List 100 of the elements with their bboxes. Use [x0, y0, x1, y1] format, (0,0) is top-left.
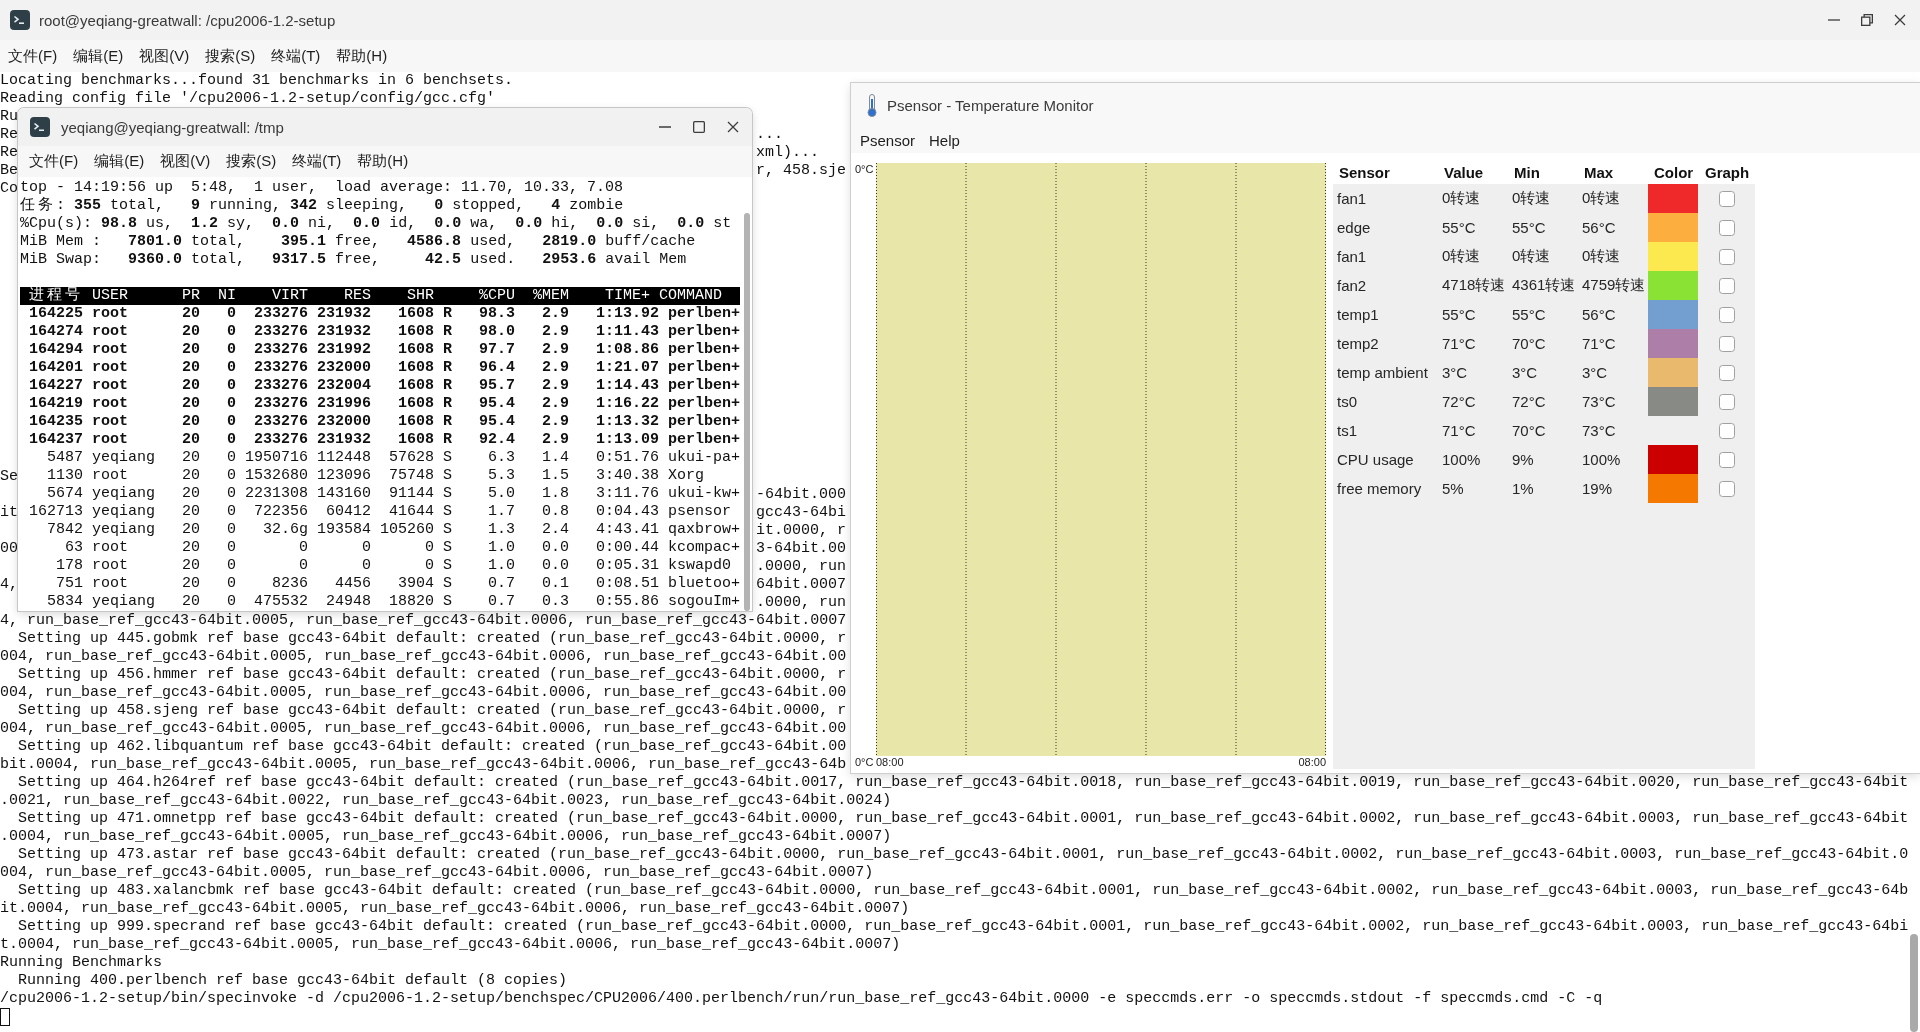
menu-item[interactable]: Psensor — [860, 131, 916, 149]
terminal-text: Setting up 462.libquantum ref base gcc43-64bit default: created (run_base_ref_gcc43-64bit.00 — [17, 738, 847, 756]
table-cell: 3°C — [1582, 364, 1608, 381]
close-icon[interactable] — [727, 121, 739, 133]
process-row-text: 7842 yeqiang 20 0 32.6g 193584 105260 S 1.3 2.4 4:43.41 qaxbrow+ — [46, 521, 741, 539]
axis-label: 0°C — [855, 163, 874, 175]
table-cell: 0转速 — [1442, 189, 1481, 208]
table-cell: 70°C — [1512, 335, 1546, 352]
menu-item[interactable]: 文件(F) — [29, 152, 79, 171]
graph-checkbox[interactable] — [1718, 364, 1735, 381]
terminal-text: it — [0, 504, 18, 522]
column-header: Max — [1584, 163, 1614, 181]
graph-checkbox[interactable] — [1718, 422, 1735, 439]
menu-item[interactable]: 搜索(S) — [226, 152, 277, 171]
terminal-text: MiB Swap: 9360.0 total, 9317.5 free, 42.5 used. 2953.6 avail Mem — [20, 251, 687, 269]
table-cell: temp1 — [1337, 306, 1379, 323]
table-cell: ts0 — [1337, 393, 1357, 410]
terminal-text: Setting up 483.xalancbmk ref base gcc43-64bit default: created (run_base_ref_gcc43-64bit.0000, run_base_ref_gcc43-64bit.0001, run_base_ref_gcc43-64bit.0002, run_base_ref_gcc43-64bit.0003, run_base_ref_gcc43-64b — [17, 882, 1909, 900]
restore-icon[interactable] — [1861, 14, 1873, 26]
process-row-text: 164227 root 20 0 233276 232004 1608 R 95.7 2.9 1:14.43 perlben+ — [28, 377, 741, 395]
terminal-text: it.0004, run_base_ref_gcc43-64bit.0005, run_base_ref_gcc43-64bit.0006, run_base_ref_gcc43-64bit.0007) — [0, 900, 910, 918]
terminal-text: r, 458.sje — [756, 162, 846, 180]
terminal-text: Re — [0, 144, 18, 162]
menu-item[interactable]: 文件(F) — [8, 46, 58, 66]
terminal-text: Setting up 464.h264ref ref base gcc43-64bit default: created (run_base_ref_gcc43-64bit.0017, run_base_ref_gcc43-64bit.0018, run_base_ref_gcc43-64bit.0019, run_base_ref_gcc43-64bit.0020, run_base_ref_gcc43-64bit — [17, 774, 1909, 792]
process-row-text: 5674 yeqiang 20 0 2231308 143160 91144 S 5.0 1.8 3:11.76 ukui-kw+ — [46, 485, 741, 503]
column-header: Sensor — [1339, 163, 1390, 181]
terminal-text: Setting up 471.omnetpp ref base gcc43-64bit default: created (run_base_ref_gcc43-64bit.0000, run_base_ref_gcc43-64bit.0001, run_base_ref_gcc43-64bit.0002, run_base_ref_gcc43-64bit.0003, run_base_ref_gcc43-64bit — [17, 810, 1909, 828]
terminal-text: bit.0004, run_base_ref_gcc43-64bit.0005, run_base_ref_gcc43-64bit.0006, run_base_ref_gcc43-64b — [0, 756, 847, 774]
window-title: yeqiang@yeqiang-greatwall: /tmp — [61, 118, 284, 136]
terminal-text: Setting up 473.astar ref base gcc43-64bit default: created (run_base_ref_gcc43-64bit.0000, run_base_ref_gcc43-64bit.0001, run_base_ref_gcc43-64bit.0002, run_base_ref_gcc43-64bit.0003, run_base_ref_gcc43-64bit.0 — [17, 846, 1909, 864]
process-row-text: 162713 yeqiang 20 0 722356 60412 41644 S 1.7 0.8 0:04.43 psensor — [28, 503, 732, 521]
menu-item[interactable]: Help — [929, 131, 960, 149]
maximize-icon[interactable] — [693, 121, 705, 133]
menu-item[interactable]: 帮助(H) — [357, 152, 409, 171]
table-cell: 4361转速 — [1512, 276, 1576, 295]
terminal-icon — [10, 10, 30, 30]
column-header: Min — [1514, 163, 1540, 181]
close-icon[interactable] — [1894, 14, 1906, 26]
terminal-text: .0000, run — [756, 558, 846, 576]
menu-item[interactable]: 视图(V) — [160, 152, 211, 171]
table-cell: 0转速 — [1442, 247, 1481, 266]
table-cell: 3°C — [1512, 364, 1538, 381]
terminal-text: it.0000, r — [756, 522, 846, 540]
graph-checkbox[interactable] — [1718, 248, 1735, 265]
terminal-text: 004, run_base_ref_gcc43-64bit.0005, run_base_ref_gcc43-64bit.0006, run_base_ref_gcc43-64bit.00 — [0, 684, 847, 702]
terminal-text: Running 400.perlbench ref base gcc43-64bit default (8 copies) — [17, 972, 568, 990]
table-cell: 9% — [1512, 451, 1534, 468]
terminal-text: .0021, run_base_ref_gcc43-64bit.0022, run_base_ref_gcc43-64bit.0023, run_base_ref_gcc43-64bit.0024) — [0, 792, 892, 810]
menu-item[interactable]: 搜索(S) — [205, 46, 256, 66]
table-cell: 72°C — [1442, 393, 1476, 410]
graph-checkbox[interactable] — [1718, 190, 1735, 207]
menu-item[interactable]: 帮助(H) — [336, 46, 388, 66]
table-cell: 56°C — [1582, 306, 1616, 323]
menu-item[interactable]: 视图(V) — [139, 46, 190, 66]
graph-checkbox[interactable] — [1718, 277, 1735, 294]
terminal-text: Re — [0, 126, 18, 144]
terminal-text: Setting up 445.gobmk ref base gcc43-64bit default: created (run_base_ref_gcc43-64bit.0000, r — [17, 630, 847, 648]
scrollbar-thumb[interactable] — [1910, 934, 1918, 1032]
table-cell: 55°C — [1442, 306, 1476, 323]
terminal-text: %Cpu(s): 98.8 us, 1.2 sy, 0.0 ni, 0.0 id, 0.0 wa, 0.0 hi, 0.0 si, 0.0 st — [20, 215, 732, 233]
terminal-text: 004, run_base_ref_gcc43-64bit.0005, run_base_ref_gcc43-64bit.0006, run_base_ref_gcc43-64bit.0007) — [0, 864, 874, 882]
table-cell: 73°C — [1582, 422, 1616, 439]
menu-item[interactable]: 终端(T) — [292, 152, 342, 171]
process-row-text: 751 root 20 0 8236 4456 3904 S 0.7 0.1 0:08.51 bluetoo+ — [55, 575, 741, 593]
graph-checkbox[interactable] — [1718, 306, 1735, 323]
graph-checkbox[interactable] — [1718, 335, 1735, 352]
terminal-text: 4, run_base_ref_gcc43-64bit.0005, run_base_ref_gcc43-64bit.0006, run_base_ref_gcc43-64bit.0007 — [0, 612, 847, 630]
table-cell: 0转速 — [1582, 189, 1621, 208]
terminal-text: .0000, run — [756, 594, 846, 612]
table-cell: 3°C — [1442, 364, 1468, 381]
scrollbar-thumb[interactable] — [744, 213, 750, 611]
terminal-text: 004, run_base_ref_gcc43-64bit.0005, run_base_ref_gcc43-64bit.0006, run_base_ref_gcc43-64bit.00 — [0, 720, 847, 738]
menu-item[interactable]: 终端(T) — [271, 46, 321, 66]
graph-checkbox[interactable] — [1718, 393, 1735, 410]
terminal-text: /cpu2006-1.2-setup/bin/specinvoke -d /cpu2006-1.2-setup/benchspec/CPU2006/400.perlbench/run/run_base_ref_gcc43-64bit.0000 -e speccmds.err -o speccmds.stdout -f speccmds.cmd -C -q — [0, 990, 1603, 1008]
table-cell: edge — [1337, 219, 1371, 236]
table-cell: fan1 — [1337, 248, 1367, 265]
table-cell: 71°C — [1582, 335, 1616, 352]
column-header: Color — [1654, 163, 1694, 181]
menu-item[interactable]: 编辑(E) — [94, 152, 145, 171]
terminal-text: Setting up 999.specrand ref base gcc43-64bit default: created (run_base_ref_gcc43-64bit.0000, run_base_ref_gcc43-64bit.0001, run_base_ref_gcc43-64bit.0002, run_base_ref_gcc43-64bit.0003, run_base_ref_gcc43-64bi — [17, 918, 1909, 936]
column-header: Graph — [1705, 163, 1750, 181]
table-cell: 100% — [1442, 451, 1481, 468]
graph-checkbox[interactable] — [1718, 480, 1735, 497]
table-cell: 100% — [1582, 451, 1621, 468]
menu-item[interactable]: 编辑(E) — [73, 46, 124, 66]
graph-checkbox[interactable] — [1718, 451, 1735, 468]
terminal-text: 4, — [0, 576, 18, 594]
terminal-text: t.0004, run_base_ref_gcc43-64bit.0005, run_base_ref_gcc43-64bit.0006, run_base_ref_gcc43-64bit.0007) — [0, 936, 901, 954]
terminal-text: 3-64bit.00 — [756, 540, 846, 558]
table-cell: fan2 — [1337, 277, 1367, 294]
table-cell: 55°C — [1512, 306, 1546, 323]
process-row-text: 164294 root 20 0 233276 231992 1608 R 97.7 2.9 1:08.86 perlben+ — [28, 341, 741, 359]
terminal-text: 任务: 355 total, 9 running, 342 sleeping, 0 stopped, 4 zombie — [20, 197, 624, 215]
process-row-text: 164274 root 20 0 233276 231932 1608 R 98.0 2.9 1:11.43 perlben+ — [28, 323, 741, 341]
graph-checkbox[interactable] — [1718, 219, 1735, 236]
table-cell: temp ambient — [1337, 364, 1428, 381]
table-cell: 4759转速 — [1582, 276, 1646, 295]
table-cell: 55°C — [1442, 219, 1476, 236]
